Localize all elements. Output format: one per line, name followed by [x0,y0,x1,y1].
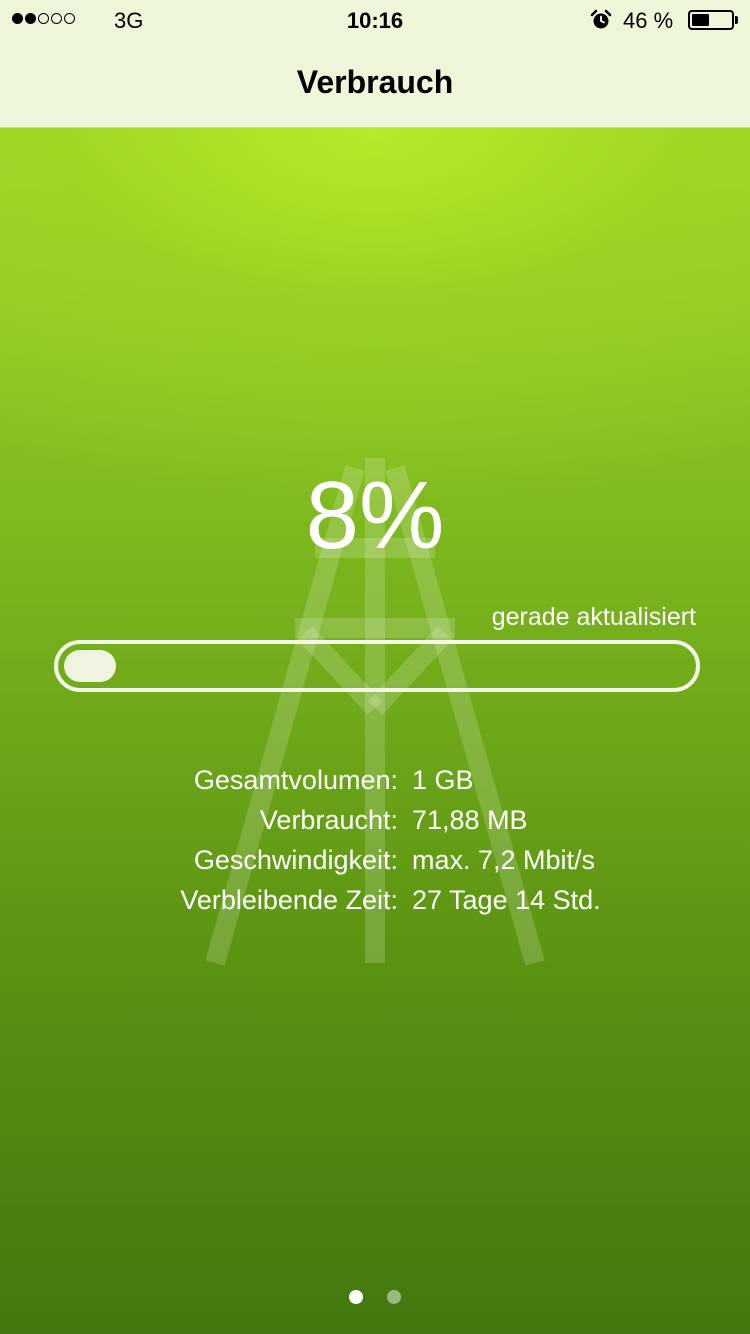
detail-row: Geschwindigkeit: max. 7,2 Mbit/s [0,845,750,885]
usage-progress-bar [54,640,700,692]
page-title: Verbrauch [296,64,454,100]
usage-details: Gesamtvolumen: 1 GB Verbraucht: 71,88 MB Ges… [0,765,750,925]
detail-label: Verbleibende Zeit: [180,885,398,915]
battery-icon [688,10,734,30]
last-updated-label: gerade aktualisiert [491,603,696,631]
page-indicator[interactable] [0,1290,750,1304]
usage-screen[interactable]: 8% gerade aktualisiert Gesamtvolumen: 1 G… [0,128,750,1334]
status-bar: 3G 10:16 46 % [0,0,750,40]
detail-value: 27 Tage 14 Std. [412,885,601,915]
page-dot[interactable] [349,1290,363,1304]
detail-value: max. 7,2 Mbit/s [412,845,596,875]
battery-level [692,14,709,26]
detail-row: Verbleibende Zeit: 27 Tage 14 Std. [0,885,750,925]
top-bar: 3G 10:16 46 % Verbrauch [0,0,750,128]
usage-percentage: 8% [305,462,445,569]
detail-row: Gesamtvolumen: 1 GB [0,765,750,805]
detail-label: Geschwindigkeit: [193,845,398,875]
detail-label: Gesamtvolumen: [193,765,398,795]
detail-value: 71,88 MB [412,805,528,835]
battery-tip [735,16,738,24]
alarm-clock-icon [590,9,612,37]
usage-progress-fill [64,650,116,682]
battery-percentage: 46 % [623,8,674,33]
detail-row: Verbraucht: 71,88 MB [0,805,750,845]
detail-label: Verbraucht: [259,805,398,835]
detail-value: 1 GB [412,765,474,795]
page-dot[interactable] [387,1290,401,1304]
